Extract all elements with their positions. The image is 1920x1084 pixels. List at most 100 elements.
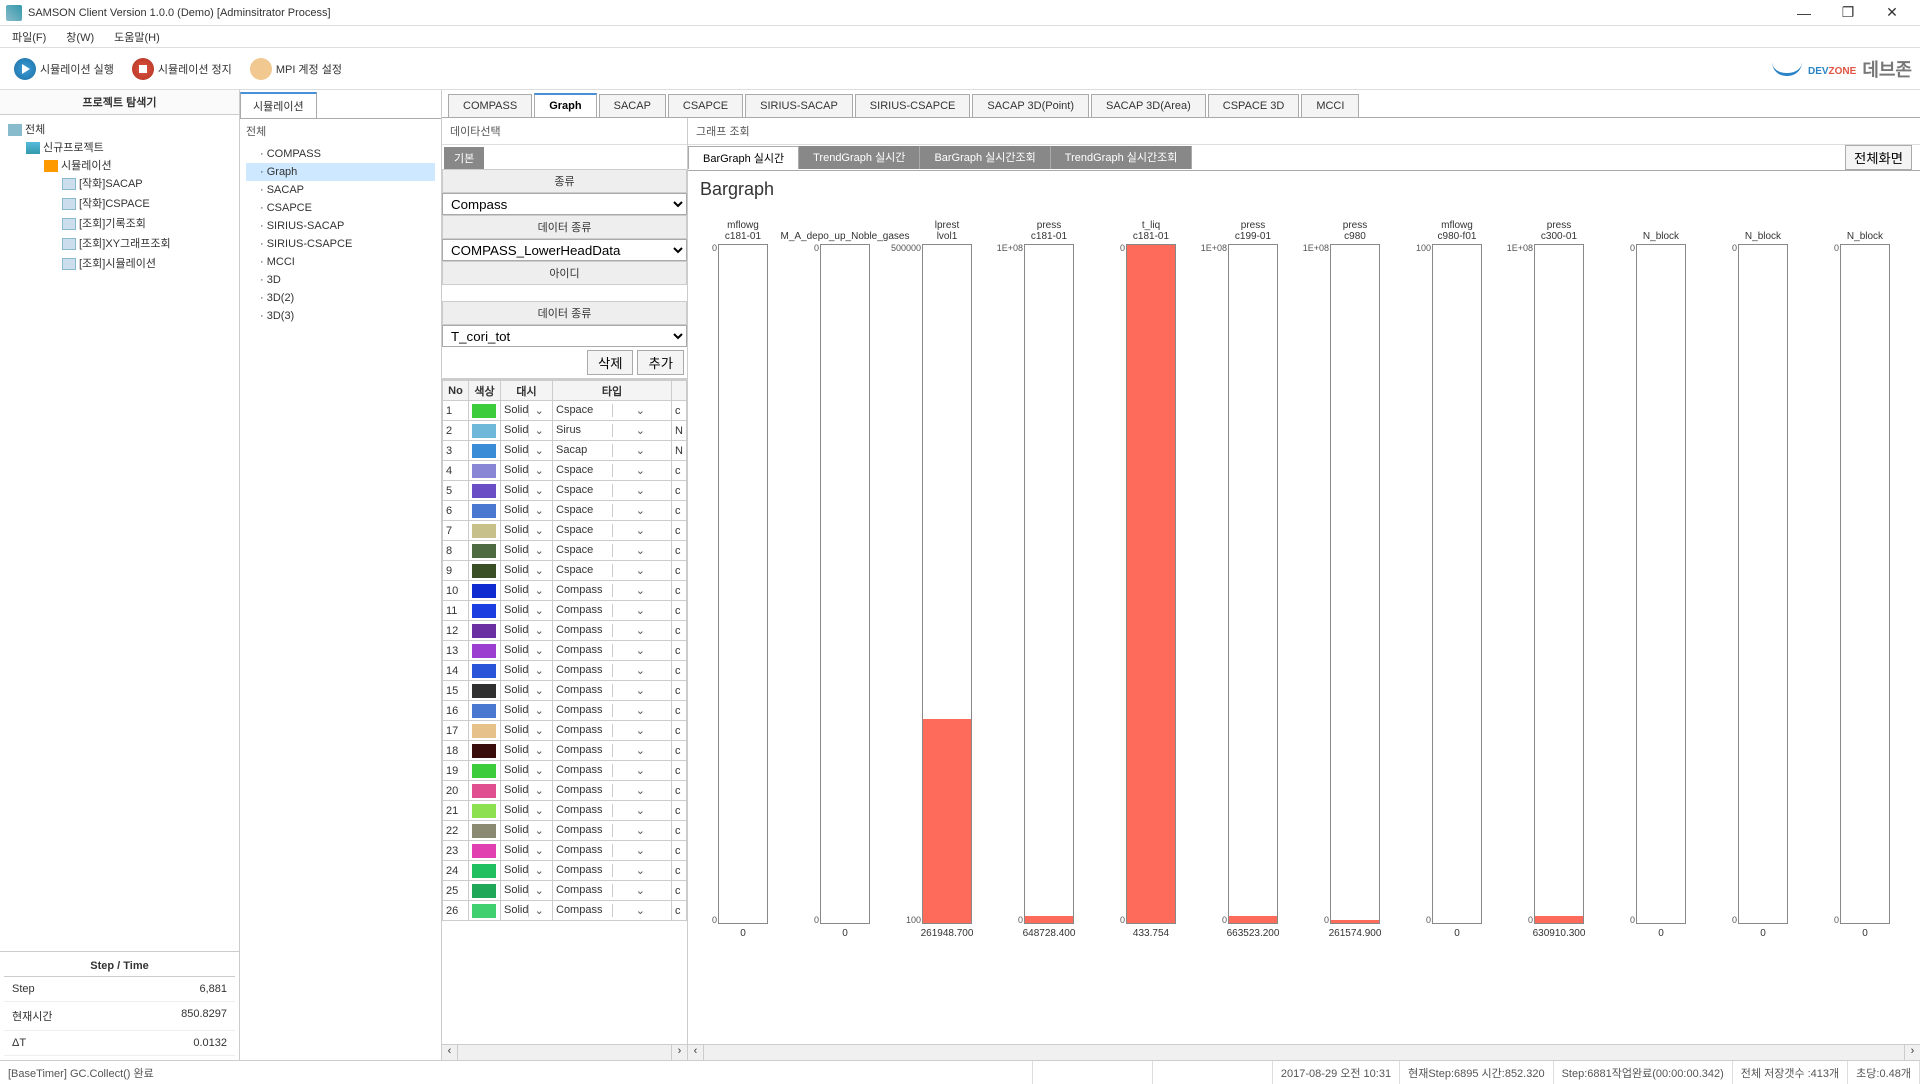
datatype-select[interactable]: COMPASS_LowerHeadData bbox=[442, 239, 687, 261]
time-value: 850.8297 bbox=[181, 1008, 227, 1024]
subtab[interactable]: SACAP 3D(Area) bbox=[1091, 94, 1206, 117]
table-row[interactable]: 6Solid⌄Cspace⌄c bbox=[443, 501, 687, 521]
sim-item[interactable]: · COMPASS bbox=[246, 145, 435, 163]
sim-item[interactable]: · SACAP bbox=[246, 181, 435, 199]
tree-leaf[interactable]: [작화]CSPACE bbox=[62, 193, 235, 213]
menu-window[interactable]: 창(W) bbox=[58, 27, 102, 47]
tree-leaf[interactable]: [조회]기록조회 bbox=[62, 213, 235, 233]
sim-all-label: 전체 bbox=[240, 119, 441, 143]
window-title: SAMSON Client Version 1.0.0 (Demo) [Admi… bbox=[28, 7, 1782, 19]
menubar: 파일(F) 창(W) 도움말(H) bbox=[0, 26, 1920, 48]
sim-item[interactable]: · 3D(3) bbox=[246, 307, 435, 325]
type-header: 종류 bbox=[442, 169, 687, 193]
tree-root[interactable]: 전체 신규프로젝트 시뮬레이션 [작화]SACAP[작화]CSPACE[조회]기… bbox=[8, 119, 235, 279]
table-row[interactable]: 16Solid⌄Compass⌄c bbox=[443, 701, 687, 721]
sim-item[interactable]: · 3D bbox=[246, 271, 435, 289]
table-row[interactable]: 18Solid⌄Compass⌄c bbox=[443, 741, 687, 761]
graph-tab[interactable]: BarGraph 실시간 bbox=[688, 146, 799, 169]
datatype2-select[interactable]: T_cori_tot bbox=[442, 325, 687, 347]
table-row[interactable]: 8Solid⌄Cspace⌄c bbox=[443, 541, 687, 561]
run-sim-button[interactable]: 시뮬레이션 실행 bbox=[8, 55, 120, 83]
bar-column: t_liqc181-0100433.754 bbox=[1100, 208, 1202, 1040]
subtab[interactable]: CSPACE 3D bbox=[1208, 94, 1300, 117]
bar-column: pressc181-011E+080648728.400 bbox=[998, 208, 1100, 1040]
basic-tab[interactable]: 기본 bbox=[444, 147, 484, 169]
table-row[interactable]: 4Solid⌄Cspace⌄c bbox=[443, 461, 687, 481]
sim-item[interactable]: · 3D(2) bbox=[246, 289, 435, 307]
table-row[interactable]: 19Solid⌄Compass⌄c bbox=[443, 761, 687, 781]
sim-doc-tab[interactable]: 시뮬레이션 bbox=[240, 92, 317, 118]
table-row[interactable]: 13Solid⌄Compass⌄c bbox=[443, 641, 687, 661]
graph-tab[interactable]: TrendGraph 실시간조회 bbox=[1051, 146, 1193, 169]
table-row[interactable]: 15Solid⌄Compass⌄c bbox=[443, 681, 687, 701]
table-row[interactable]: 9Solid⌄Cspace⌄c bbox=[443, 561, 687, 581]
graph-tab[interactable]: TrendGraph 실시간 bbox=[799, 146, 920, 169]
id-header: 아이디 bbox=[442, 261, 687, 285]
tree-leaf[interactable]: [조회]시뮬레이션 bbox=[62, 253, 235, 273]
table-row[interactable]: 23Solid⌄Compass⌄c bbox=[443, 841, 687, 861]
toolbar: 시뮬레이션 실행 시뮬레이션 정지 MPI 계정 설정 DEVZONE 데브존 bbox=[0, 48, 1920, 90]
subtab[interactable]: COMPASS bbox=[448, 94, 532, 117]
table-row[interactable]: 21Solid⌄Compass⌄c bbox=[443, 801, 687, 821]
table-row[interactable]: 17Solid⌄Compass⌄c bbox=[443, 721, 687, 741]
close-button[interactable]: ✕ bbox=[1870, 1, 1914, 25]
sim-item[interactable]: · Graph bbox=[246, 163, 435, 181]
sim-item[interactable]: · CSAPCE bbox=[246, 199, 435, 217]
project-panel-header: 프로젝트 탐색기 bbox=[0, 90, 239, 115]
sim-item[interactable]: · MCCI bbox=[246, 253, 435, 271]
minimize-button[interactable]: — bbox=[1782, 1, 1826, 25]
table-row[interactable]: 24Solid⌄Compass⌄c bbox=[443, 861, 687, 881]
maximize-button[interactable]: ❐ bbox=[1826, 1, 1870, 25]
subtab[interactable]: SIRIUS-SACAP bbox=[745, 94, 853, 117]
menu-help[interactable]: 도움말(H) bbox=[106, 27, 168, 47]
series-grid[interactable]: No 색상 대시 타입 1Solid⌄Cspace⌄c2Solid⌄Sirus⌄… bbox=[442, 379, 687, 1044]
tree-project[interactable]: 신규프로젝트 시뮬레이션 [작화]SACAP[작화]CSPACE[조회]기록조회… bbox=[26, 137, 235, 277]
subtab[interactable]: Graph bbox=[534, 93, 596, 117]
step-label: Step bbox=[12, 983, 199, 995]
table-row[interactable]: 1Solid⌄Cspace⌄c bbox=[443, 401, 687, 421]
project-explorer: 프로젝트 탐색기 전체 신규프로젝트 시뮬레이션 [작화]SACAP[작화]CS… bbox=[0, 90, 240, 1060]
subtab[interactable]: MCCI bbox=[1301, 94, 1359, 117]
stop-sim-label: 시뮬레이션 정지 bbox=[158, 61, 232, 77]
table-row[interactable]: 26Solid⌄Compass⌄c bbox=[443, 901, 687, 921]
tree-leaf[interactable]: [작화]SACAP bbox=[62, 173, 235, 193]
graph-title: 그래프 조회 bbox=[696, 123, 750, 139]
table-row[interactable]: 14Solid⌄Compass⌄c bbox=[443, 661, 687, 681]
subtab[interactable]: SACAP 3D(Point) bbox=[972, 94, 1089, 117]
table-row[interactable]: 25Solid⌄Compass⌄c bbox=[443, 881, 687, 901]
fullscreen-button[interactable]: 전체화면 bbox=[1845, 145, 1912, 170]
tree-leaf[interactable]: [조회]XY그래프조회 bbox=[62, 233, 235, 253]
table-row[interactable]: 12Solid⌄Compass⌄c bbox=[443, 621, 687, 641]
mpi-label: MPI 계정 설정 bbox=[276, 61, 342, 77]
chart-hscroll[interactable]: ‹› bbox=[688, 1044, 1920, 1060]
table-row[interactable]: 22Solid⌄Compass⌄c bbox=[443, 821, 687, 841]
table-row[interactable]: 10Solid⌄Compass⌄c bbox=[443, 581, 687, 601]
table-row[interactable]: 5Solid⌄Cspace⌄c bbox=[443, 481, 687, 501]
add-button[interactable]: 추가 bbox=[637, 350, 684, 375]
content-area: COMPASSGraphSACAPCSAPCESIRIUS-SACAPSIRIU… bbox=[442, 90, 1920, 1060]
graph-tabs: BarGraph 실시간TrendGraph 실시간BarGraph 실시간조회… bbox=[688, 146, 1192, 169]
status-savecount: 전체 저장갯수 :413개 bbox=[1733, 1061, 1848, 1084]
grid-hscroll[interactable]: ‹› bbox=[442, 1044, 687, 1060]
table-row[interactable]: 2Solid⌄Sirus⌄N bbox=[443, 421, 687, 441]
table-row[interactable]: 7Solid⌄Cspace⌄c bbox=[443, 521, 687, 541]
menu-file[interactable]: 파일(F) bbox=[4, 27, 54, 47]
dt-label: ΔT bbox=[12, 1037, 193, 1049]
subtab[interactable]: CSAPCE bbox=[668, 94, 743, 117]
table-row[interactable]: 11Solid⌄Compass⌄c bbox=[443, 601, 687, 621]
subtab[interactable]: SACAP bbox=[599, 94, 666, 117]
simulation-panel: 시뮬레이션 전체 · COMPASS· Graph· SACAP· CSAPCE… bbox=[240, 90, 442, 1060]
sim-item[interactable]: · SIRIUS-CSAPCE bbox=[246, 235, 435, 253]
delete-button[interactable]: 삭제 bbox=[587, 350, 634, 375]
tree-sim[interactable]: 시뮬레이션 [작화]SACAP[작화]CSPACE[조회]기록조회[조회]XY그… bbox=[44, 155, 235, 275]
subtab[interactable]: SIRIUS-CSAPCE bbox=[855, 94, 971, 117]
graph-tab[interactable]: BarGraph 실시간조회 bbox=[920, 146, 1050, 169]
table-row[interactable]: 3Solid⌄Sacap⌄N bbox=[443, 441, 687, 461]
sim-item[interactable]: · SIRIUS-SACAP bbox=[246, 217, 435, 235]
time-label: 현재시간 bbox=[12, 1008, 181, 1024]
stop-sim-button[interactable]: 시뮬레이션 정지 bbox=[126, 55, 238, 83]
mpi-button[interactable]: MPI 계정 설정 bbox=[244, 55, 348, 83]
table-row[interactable]: 20Solid⌄Compass⌄c bbox=[443, 781, 687, 801]
project-tree[interactable]: 전체 신규프로젝트 시뮬레이션 [작화]SACAP[작화]CSPACE[조회]기… bbox=[0, 115, 239, 951]
type-select[interactable]: Compass bbox=[442, 193, 687, 215]
